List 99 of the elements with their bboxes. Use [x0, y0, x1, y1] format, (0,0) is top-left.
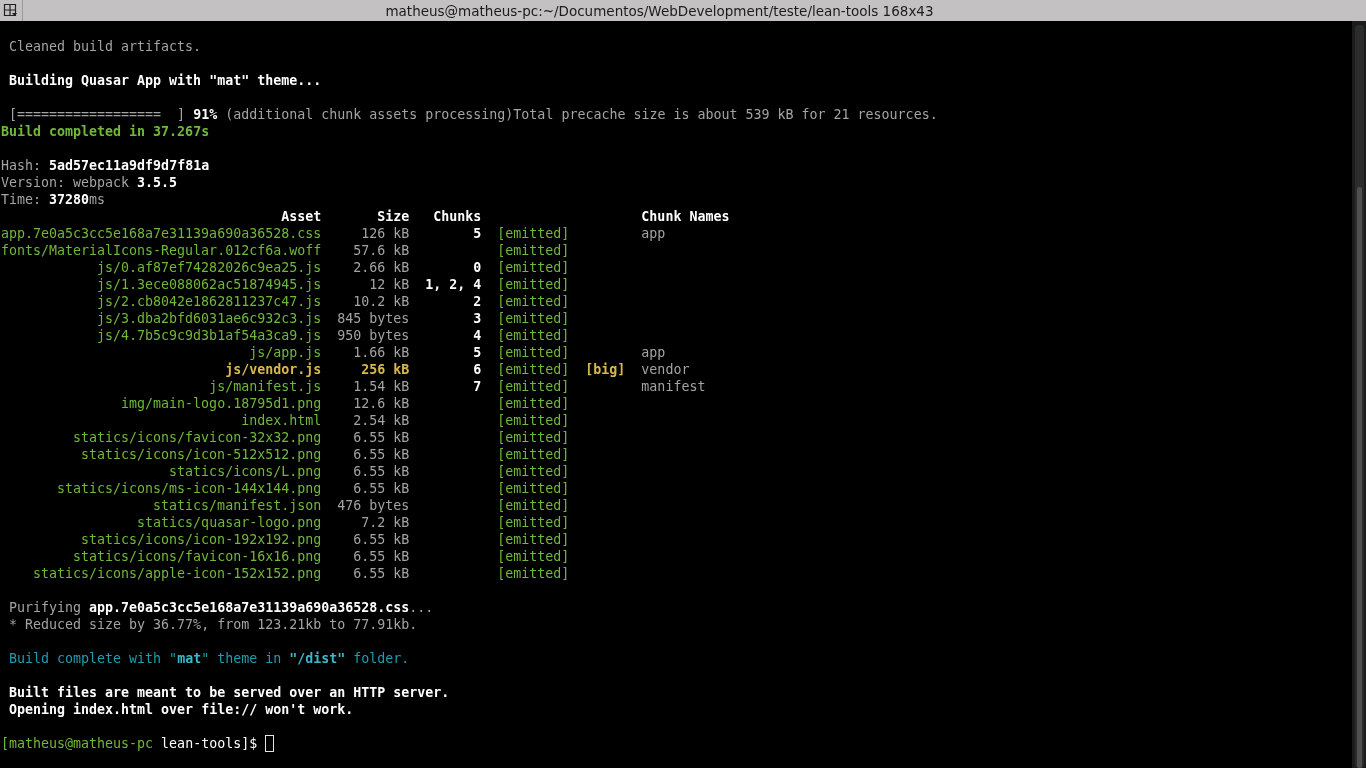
status-label: [emitted] — [497, 548, 570, 565]
asset-name: statics/icons/apple-icon-152x152.png — [33, 565, 322, 582]
chunk-name: app — [641, 225, 666, 242]
status-label: [emitted] — [497, 378, 570, 395]
status-label: [emitted] — [497, 514, 570, 531]
asset-name: statics/icons/ms-icon-144x144.png — [57, 480, 322, 497]
asset-name: js/2.cb8042e1862811237c47.js — [97, 293, 322, 310]
chunk-ids: 0 — [473, 259, 482, 276]
asset-name: statics/icons/L.png — [169, 463, 322, 480]
status-label: [emitted] — [497, 480, 570, 497]
window-menu-icon[interactable] — [3, 3, 18, 18]
status-label: [emitted] — [497, 344, 570, 361]
window-title: matheus@matheus-pc:~/Documentos/WebDevelopment/teste/lean-tools 168x43 — [385, 2, 934, 19]
asset-size: 6.55 kB — [353, 463, 410, 480]
chunk-ids: 5 — [473, 225, 482, 242]
asset-name: fonts/MaterialIcons-Regular.012cf6a.woff — [1, 242, 322, 259]
status-label: [emitted] — [497, 395, 570, 412]
asset-name: statics/icons/favicon-32x32.png — [73, 429, 322, 446]
status-label: [emitted] — [497, 225, 570, 242]
asset-size: 2.54 kB — [353, 412, 410, 429]
status-label: [emitted] — [497, 361, 570, 378]
status-label: [emitted] — [497, 412, 570, 429]
chunk-name: vendor — [641, 361, 690, 378]
status-label: [emitted] — [497, 293, 570, 310]
chunk-name: manifest — [641, 378, 706, 395]
status-label: [emitted] — [497, 310, 570, 327]
chunk-ids: 6 — [473, 361, 482, 378]
asset-name: js/3.dba2bfd6031ae6c932c3.js — [97, 310, 322, 327]
log-line: Cleaned build artifacts. — [9, 38, 202, 55]
log-line: Purifying app.7e0a5c3cc5e168a7e31139a690a36528.css... — [9, 599, 434, 616]
asset-size: 1.54 kB — [353, 378, 410, 395]
asset-name: img/main-logo.18795d1.png — [121, 395, 322, 412]
asset-name: app.7e0a5c3cc5e168a7e31139a690a36528.css — [1, 225, 322, 242]
status-label: [emitted] — [497, 565, 570, 582]
log-line: Build complete with "mat" theme in "/dist" folder. — [9, 650, 410, 667]
summary-line: Version: webpack 3.5.5 — [1, 174, 178, 191]
status-label: [emitted] — [497, 531, 570, 548]
asset-size: 476 bytes — [337, 497, 410, 514]
chunk-ids: 5 — [473, 344, 482, 361]
asset-size: 950 bytes — [337, 327, 410, 344]
status-label: [emitted] — [497, 497, 570, 514]
chunk-ids: 2 — [473, 293, 482, 310]
asset-size: 6.55 kB — [353, 531, 410, 548]
summary-line: Hash: 5ad57ec11a9df9d7f81a — [1, 157, 210, 174]
log-line: * Reduced size by 36.77%, from 123.21kb to 77.91kb. — [9, 616, 418, 633]
asset-name: statics/quasar-logo.png — [137, 514, 322, 531]
log-line: Opening index.html over file:// won't work. — [9, 701, 354, 718]
asset-name: js/vendor.js — [225, 361, 322, 378]
asset-size: 12.6 kB — [353, 395, 410, 412]
asset-name: js/4.7b5c9c9d3b1af54a3ca9.js — [97, 327, 322, 344]
status-label: [emitted] — [497, 463, 570, 480]
chunk-ids: 4 — [473, 327, 482, 344]
scrollbar[interactable] — [1355, 25, 1364, 768]
column-header: Size — [377, 208, 410, 225]
status-label: [emitted] — [497, 259, 570, 276]
asset-size: 7.2 kB — [361, 514, 410, 531]
asset-name: js/app.js — [249, 344, 322, 361]
log-line: [================== ] 91% (additional chunk assets processing)Total precache size is about 539 kB for 21 resources. — [9, 106, 938, 123]
asset-size: 6.55 kB — [353, 446, 410, 463]
column-header: Chunks — [433, 208, 482, 225]
asset-size: 6.55 kB — [353, 565, 410, 582]
chunk-ids: 1, 2, 4 — [425, 276, 482, 293]
asset-size: 12 kB — [369, 276, 410, 293]
asset-size: 2.66 kB — [353, 259, 410, 276]
size-warning: [big] — [585, 361, 626, 378]
status-label: [emitted] — [497, 276, 570, 293]
scroll-thumb[interactable] — [1357, 187, 1362, 768]
asset-size: 256 kB — [361, 361, 410, 378]
asset-size: 6.55 kB — [353, 429, 410, 446]
asset-name: js/manifest.js — [209, 378, 322, 395]
asset-size: 6.55 kB — [353, 480, 410, 497]
log-line: Building Quasar App with "mat" theme... — [9, 72, 322, 89]
asset-name: statics/icons/icon-512x512.png — [81, 446, 322, 463]
asset-size: 10.2 kB — [353, 293, 410, 310]
status-label: [emitted] — [497, 446, 570, 463]
chunk-ids: 7 — [473, 378, 482, 395]
summary-line: Build completed in 37.267s — [1, 123, 210, 140]
chunk-name: app — [641, 344, 666, 361]
asset-name: js/1.3ece088062ac51874945.js — [97, 276, 322, 293]
asset-name: statics/icons/icon-192x192.png — [81, 531, 322, 548]
status-label: [emitted] — [497, 242, 570, 259]
asset-size: 1.66 kB — [353, 344, 410, 361]
summary-line: Time: 37280ms — [1, 191, 106, 208]
asset-size: 57.6 kB — [353, 242, 410, 259]
asset-name: js/0.af87ef74282026c9ea25.js — [97, 259, 322, 276]
asset-size: 6.55 kB — [353, 548, 410, 565]
column-header: Chunk Names — [641, 208, 730, 225]
column-header: Asset — [281, 208, 322, 225]
status-label: [emitted] — [497, 429, 570, 446]
asset-size: 845 bytes — [337, 310, 410, 327]
status-label: [emitted] — [497, 327, 570, 344]
chunk-ids: 3 — [473, 310, 482, 327]
asset-size: 126 kB — [361, 225, 410, 242]
asset-name: index.html — [241, 412, 322, 429]
log-line: Built files are meant to be served over an HTTP server. — [9, 684, 450, 701]
asset-name: statics/manifest.json — [153, 497, 322, 514]
text-cursor — [265, 735, 275, 752]
asset-name: statics/icons/favicon-16x16.png — [73, 548, 322, 565]
shell-prompt: [matheus@matheus-pc lean-tools]$ — [1, 735, 258, 752]
